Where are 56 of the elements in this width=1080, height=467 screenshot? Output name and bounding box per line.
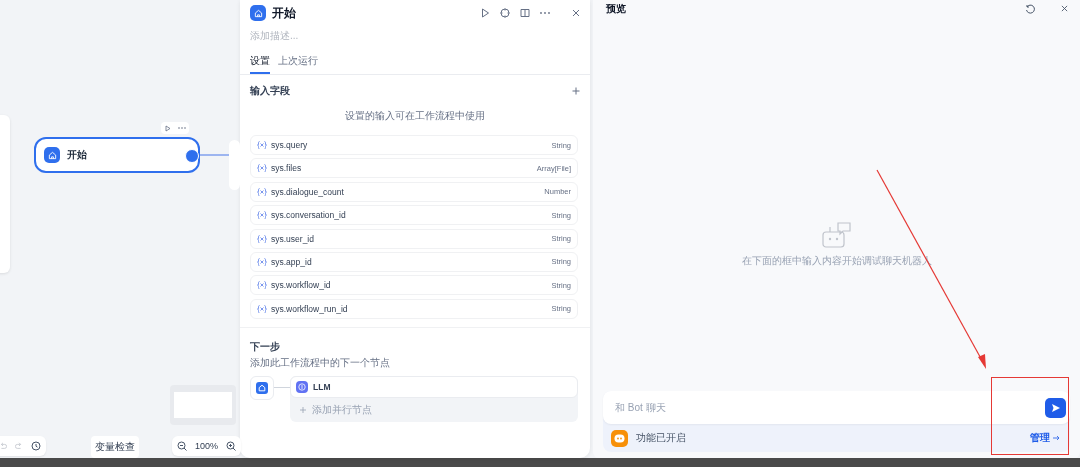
variable-icon: [257, 257, 267, 266]
send-button[interactable]: [1045, 397, 1066, 418]
zoom-out-icon[interactable]: [177, 441, 187, 451]
llm-icon: [296, 380, 308, 393]
variable-icon: [257, 234, 267, 243]
section-title: 输入字段: [250, 84, 290, 98]
home-icon: [256, 381, 268, 394]
send-icon: [1050, 402, 1061, 413]
zoom-in-icon[interactable]: [226, 441, 237, 451]
section-description: 添加此工作流程中的下一个节点: [249, 355, 391, 370]
panel-title: 开始: [272, 4, 297, 22]
arrow-right-icon: [1053, 435, 1060, 441]
play-icon[interactable]: [164, 124, 171, 132]
tab[interactable]: 上次运行: [278, 53, 318, 74]
feature-icon: [611, 429, 628, 447]
tab[interactable]: 设置: [250, 53, 270, 74]
field-name: sys.workflow_run_id: [271, 303, 349, 314]
field-name: sys.app_id: [271, 256, 313, 267]
field-name: sys.query: [271, 140, 309, 150]
add-icon[interactable]: [572, 87, 580, 95]
target-icon[interactable]: [500, 8, 510, 18]
close-icon[interactable]: [1061, 5, 1068, 12]
history-icon[interactable]: [31, 441, 41, 451]
add-icon: [300, 406, 306, 413]
node-title: 开始: [67, 148, 87, 162]
chat-input[interactable]: 和 Bot 聊天: [613, 401, 1045, 414]
variable-icon: [257, 281, 267, 290]
manage-link[interactable]: 管理: [1030, 431, 1060, 445]
variable-icon: [257, 304, 267, 313]
play-icon[interactable]: [481, 8, 490, 18]
variable-icon: [257, 164, 267, 173]
variable-icon: [257, 141, 267, 149]
chat-box[interactable]: 和 Bot 聊天: [603, 391, 1070, 424]
home-icon: [44, 147, 60, 163]
start-node[interactable]: 开始: [34, 137, 200, 173]
field-name: sys.files: [271, 163, 303, 174]
variable-icon: [257, 187, 267, 196]
field-name: sys.user_id: [271, 233, 315, 244]
panel-title: 预览: [606, 1, 627, 16]
canvas-node[interactable]: [229, 140, 240, 190]
zoom-level: 100%: [195, 441, 219, 451]
section-hint: 设置的输入可在工作流程中使用: [344, 109, 486, 123]
field-name: sys.workflow_id: [271, 280, 332, 291]
robot-icon: [821, 220, 852, 248]
close-icon[interactable]: [572, 9, 580, 17]
variable-check-button[interactable]: 变量检查: [91, 436, 139, 458]
section-title: 下一步: [249, 339, 281, 354]
field-name: sys.conversation_id: [271, 210, 347, 221]
book-icon[interactable]: [520, 8, 530, 18]
next-node[interactable]: LLM: [290, 375, 578, 398]
field-name: sys.dialogue_count: [271, 186, 345, 197]
edge-line: [197, 154, 229, 156]
variable-icon: [257, 211, 267, 220]
refresh-icon[interactable]: [1025, 3, 1035, 14]
feature-status: 功能已开启: [636, 431, 687, 445]
home-icon: [250, 5, 266, 21]
